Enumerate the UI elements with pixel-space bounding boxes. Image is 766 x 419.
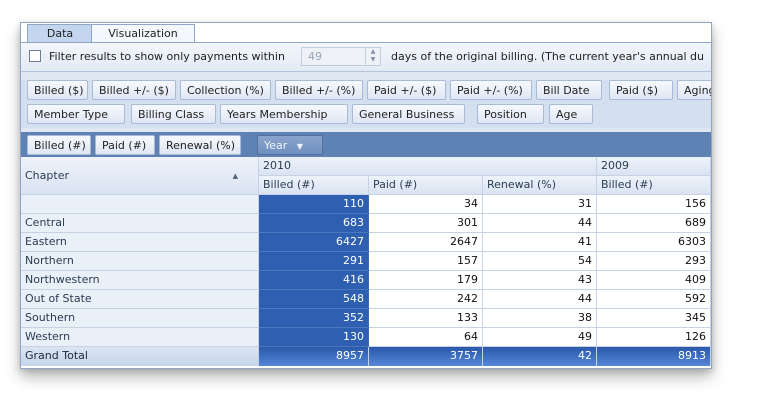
- data-cell[interactable]: 301: [369, 214, 483, 233]
- year-header-2009[interactable]: 2009: [597, 157, 711, 176]
- grand-total-cell[interactable]: 8913: [597, 347, 711, 366]
- column-header[interactable]: Paid (#): [369, 176, 483, 195]
- data-cell[interactable]: 179: [369, 271, 483, 290]
- column-field-year[interactable]: Year ▼: [257, 135, 323, 155]
- tab-data[interactable]: Data: [27, 24, 93, 42]
- grand-total-cell[interactable]: 8957: [259, 347, 369, 366]
- data-cell[interactable]: 54: [483, 252, 597, 271]
- tab-bar: Data Visualization: [21, 23, 711, 42]
- field-age[interactable]: Age: [549, 104, 593, 124]
- row-label[interactable]: Eastern: [21, 233, 259, 252]
- data-cell[interactable]: 689: [597, 214, 711, 233]
- data-cell[interactable]: 352: [259, 309, 369, 328]
- data-cell[interactable]: 64: [369, 328, 483, 347]
- data-cell[interactable]: 409: [597, 271, 711, 290]
- year-label: Year: [264, 139, 288, 152]
- filter-checkbox[interactable]: [29, 50, 41, 62]
- data-cell[interactable]: 2647: [369, 233, 483, 252]
- column-header[interactable]: Renewal (%): [483, 176, 597, 195]
- filter-row: Filter results to show only payments wit…: [21, 42, 711, 72]
- data-cell[interactable]: 345: [597, 309, 711, 328]
- days-spinner[interactable]: 49 ▲ ▼: [301, 47, 381, 66]
- field-billing-class[interactable]: Billing Class: [131, 104, 216, 124]
- grand-total-cell[interactable]: 3757: [369, 347, 483, 366]
- year-header-2010[interactable]: 2010: [259, 157, 597, 176]
- data-cell[interactable]: 43: [483, 271, 597, 290]
- data-field-paid-count[interactable]: Paid (#): [95, 135, 155, 155]
- row-header-chapter[interactable]: Chapter ▲: [21, 157, 259, 195]
- data-cell[interactable]: 126: [597, 328, 711, 347]
- data-cell[interactable]: 6303: [597, 233, 711, 252]
- data-cell[interactable]: 6427: [259, 233, 369, 252]
- pivot-grid-window: Data Visualization Filter results to sho…: [20, 22, 712, 369]
- filter-label: Filter results to show only payments wit…: [49, 50, 285, 63]
- field-collection-pct[interactable]: Collection (%): [180, 80, 271, 100]
- field-paid-diff-dollars[interactable]: Paid +/- ($): [367, 80, 446, 100]
- field-bill-date[interactable]: Bill Date: [536, 80, 602, 100]
- field-aging[interactable]: Aging: [677, 80, 711, 100]
- row-label[interactable]: Southern: [21, 309, 259, 328]
- field-position[interactable]: Position: [477, 104, 544, 124]
- row-label[interactable]: Out of State: [21, 290, 259, 309]
- row-label[interactable]: Northern: [21, 252, 259, 271]
- data-cell[interactable]: 683: [259, 214, 369, 233]
- days-value[interactable]: 49: [308, 50, 322, 63]
- field-billed-dollars[interactable]: Billed ($): [27, 80, 88, 100]
- data-cell[interactable]: 291: [259, 252, 369, 271]
- data-cell[interactable]: 133: [369, 309, 483, 328]
- field-list-row-1: Billed ($) Billed +/- ($) Collection (%)…: [21, 80, 711, 104]
- data-cell[interactable]: 592: [597, 290, 711, 309]
- data-field-billed-count[interactable]: Billed (#): [27, 135, 91, 155]
- dropdown-arrow-icon[interactable]: ▼: [297, 142, 303, 151]
- data-cell[interactable]: 156: [597, 195, 711, 214]
- pivot-grid: Chapter ▲ 2010 2009 Billed (#) Paid (#) Renewa…: [21, 157, 711, 368]
- data-cell[interactable]: 110: [259, 195, 369, 214]
- data-cell[interactable]: 548: [259, 290, 369, 309]
- data-cell[interactable]: 44: [483, 290, 597, 309]
- tab-visualization[interactable]: Visualization: [91, 24, 195, 42]
- field-general-business[interactable]: General Business: [352, 104, 465, 124]
- data-cell[interactable]: 44: [483, 214, 597, 233]
- row-label[interactable]: Western: [21, 328, 259, 347]
- field-member-type[interactable]: Member Type: [27, 104, 125, 124]
- grand-total-label[interactable]: Grand Total: [21, 347, 259, 366]
- field-billed-diff-dollars[interactable]: Billed +/- ($): [92, 80, 176, 100]
- data-cell[interactable]: 157: [369, 252, 483, 271]
- data-cell[interactable]: 130: [259, 328, 369, 347]
- field-paid-diff-pct[interactable]: Paid +/- (%): [450, 80, 532, 100]
- field-billed-diff-pct[interactable]: Billed +/- (%): [275, 80, 363, 100]
- grand-total-cell[interactable]: 42: [483, 347, 597, 366]
- column-header[interactable]: Billed (#): [597, 176, 711, 195]
- sort-ascending-icon[interactable]: ▲: [233, 157, 238, 194]
- column-header[interactable]: Billed (#): [259, 176, 369, 195]
- data-cell[interactable]: 38: [483, 309, 597, 328]
- data-and-column-area: Billed (#) Paid (#) Renewal (%) Year ▼: [21, 132, 711, 157]
- row-label[interactable]: Central: [21, 214, 259, 233]
- data-cell[interactable]: 293: [597, 252, 711, 271]
- field-list-row-2: Member Type Billing Class Years Membersh…: [21, 104, 711, 128]
- filter-suffix-label: days of the original billing. (The curre…: [391, 50, 704, 63]
- data-cell[interactable]: 34: [369, 195, 483, 214]
- row-label[interactable]: Northwestern: [21, 271, 259, 290]
- field-paid-dollars[interactable]: Paid ($): [609, 80, 673, 100]
- data-cell[interactable]: 41: [483, 233, 597, 252]
- row-label[interactable]: [21, 195, 259, 214]
- data-cell[interactable]: 242: [369, 290, 483, 309]
- data-cell[interactable]: 416: [259, 271, 369, 290]
- data-field-renewal-pct[interactable]: Renewal (%): [159, 135, 241, 155]
- field-years-membership[interactable]: Years Membership: [220, 104, 348, 124]
- data-cell[interactable]: 31: [483, 195, 597, 214]
- spinner-arrows-icon[interactable]: ▲ ▼: [365, 48, 380, 65]
- data-cell[interactable]: 49: [483, 328, 597, 347]
